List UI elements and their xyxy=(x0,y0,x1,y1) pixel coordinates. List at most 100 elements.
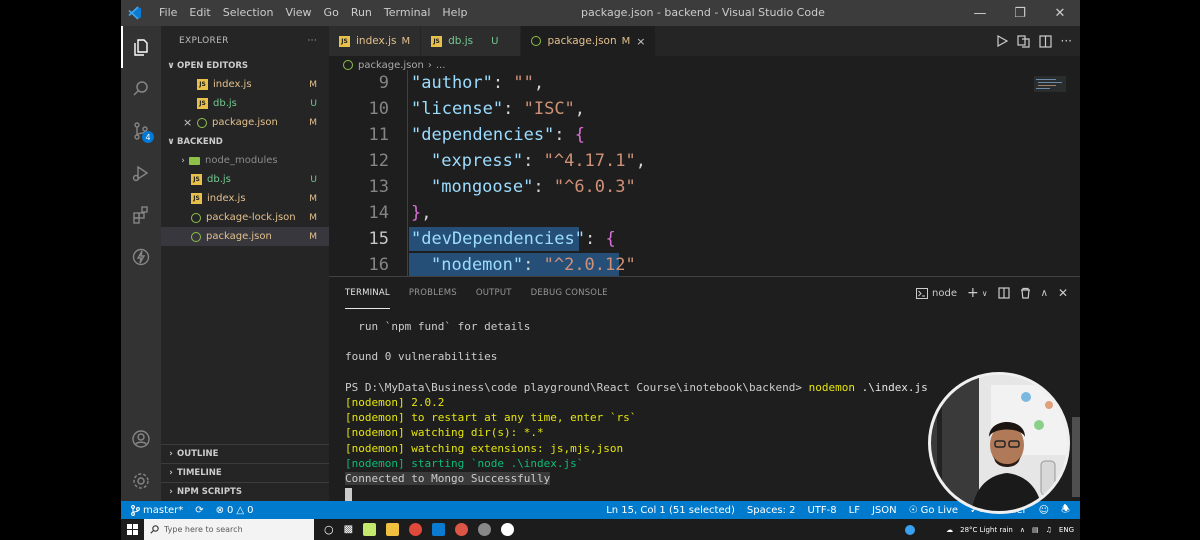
code-line-current: 15 "devDependencies": { xyxy=(329,226,1080,252)
encoding[interactable]: UTF-8 xyxy=(801,505,842,516)
branch-status[interactable]: master* xyxy=(121,505,189,516)
file-item[interactable]: JS index.js M xyxy=(161,189,329,208)
sync-status[interactable]: ⟳ xyxy=(189,505,209,516)
end-of-line[interactable]: LF xyxy=(843,505,866,516)
more-actions-icon[interactable]: ··· xyxy=(308,36,317,46)
obs-icon[interactable] xyxy=(501,523,515,536)
taskbar-search-box[interactable]: Type here to search xyxy=(144,519,314,540)
tab-terminal[interactable]: TERMINAL xyxy=(345,277,390,309)
file-explorer-icon[interactable] xyxy=(386,523,400,536)
menu-view[interactable]: View xyxy=(279,0,317,26)
new-terminal-icon[interactable]: + xyxy=(967,285,979,301)
terminal-scrollbar[interactable] xyxy=(1072,417,1080,497)
open-editor-item[interactable]: JS db.js U xyxy=(161,94,329,113)
close-icon[interactable]: × xyxy=(183,116,197,129)
js-file-icon: JS xyxy=(339,35,350,47)
menu-go[interactable]: Go xyxy=(318,0,345,26)
json-key: "mongoose" xyxy=(431,177,534,197)
search-icon[interactable] xyxy=(121,68,161,110)
menu-selection[interactable]: Selection xyxy=(217,0,280,26)
chrome-icon[interactable] xyxy=(409,523,423,536)
git-status: M xyxy=(309,212,317,223)
tab-db-js[interactable]: JS db.js U xyxy=(421,26,522,56)
thunder-icon[interactable] xyxy=(121,236,161,278)
network-icon[interactable]: ▤ xyxy=(1032,526,1039,534)
tab-debug-console[interactable]: DEBUG CONSOLE xyxy=(531,277,608,309)
app-tray-icon[interactable] xyxy=(905,524,916,535)
weather-icon[interactable]: ☁ xyxy=(946,526,953,534)
split-terminal-icon[interactable] xyxy=(998,287,1010,299)
tab-problems[interactable]: PROBLEMS xyxy=(409,277,457,309)
cortana-icon[interactable]: ○ xyxy=(324,523,334,536)
menu-file[interactable]: File xyxy=(153,0,183,26)
maximize-panel-icon[interactable]: ∧ xyxy=(1041,288,1048,299)
weather-text[interactable]: 28°C Light rain xyxy=(960,526,1013,534)
menu-terminal[interactable]: Terminal xyxy=(378,0,437,26)
extensions-icon[interactable] xyxy=(121,194,161,236)
vscode-taskbar-icon[interactable] xyxy=(432,523,446,536)
source-control-icon[interactable]: 4 xyxy=(121,110,161,152)
volume-icon[interactable]: ♫ xyxy=(1046,526,1052,534)
close-icon[interactable]: ✕ xyxy=(1040,0,1080,26)
folder-section[interactable]: ∨ BACKEND xyxy=(161,132,329,151)
chevron-up-icon[interactable]: ∧ xyxy=(1020,526,1025,534)
more-actions-icon[interactable]: ··· xyxy=(1061,34,1072,48)
terminal-output[interactable]: run `npm fund` for details found 0 vulne… xyxy=(345,319,928,501)
app-icon[interactable] xyxy=(478,523,492,536)
code-editor[interactable]: 9 "author": "", 10 "license": "ISC", 11 … xyxy=(329,70,1080,276)
menu-run[interactable]: Run xyxy=(345,0,378,26)
tab-output[interactable]: OUTPUT xyxy=(476,277,512,309)
tab-index-js[interactable]: JS index.js M xyxy=(329,26,422,56)
open-editor-item[interactable]: JS index.js M xyxy=(161,75,329,94)
explorer-icon[interactable] xyxy=(121,26,161,68)
task-view-icon[interactable]: ▩ xyxy=(344,524,353,535)
line-number: 11 xyxy=(368,125,389,145)
language-indicator[interactable]: ENG xyxy=(1059,526,1074,534)
npm-scripts-section[interactable]: › NPM SCRIPTS xyxy=(161,482,329,501)
menu-help[interactable]: Help xyxy=(436,0,473,26)
json-file-icon xyxy=(197,117,207,128)
minimize-icon[interactable]: — xyxy=(960,0,1000,26)
file-item[interactable]: package-lock.json M xyxy=(161,208,329,227)
code-line: 9 "author": "", xyxy=(329,70,1080,96)
run-icon[interactable] xyxy=(996,35,1008,47)
open-editors-section[interactable]: ∨ OPEN EDITORS xyxy=(161,56,329,75)
settings-gear-icon[interactable] xyxy=(121,460,161,502)
timeline-section[interactable]: › TIMELINE xyxy=(161,463,329,482)
problems-status[interactable]: ⊗ 0 △ 0 xyxy=(210,505,260,516)
breadcrumb-more[interactable]: ... xyxy=(436,60,446,71)
tab-close-icon[interactable]: × xyxy=(636,35,645,48)
terminal-output-text: Connected to Mongo Successfully xyxy=(345,472,551,486)
split-editor-icon[interactable] xyxy=(1038,34,1052,48)
windows-taskbar: Type here to search ○ ▩ ☁ 28°C Light rai… xyxy=(121,519,1080,540)
feedback-icon[interactable]: ☺ xyxy=(1033,505,1055,516)
windows-start-icon[interactable] xyxy=(127,524,138,535)
folder-item[interactable]: › node_modules xyxy=(161,151,329,170)
explorer-sidebar: EXPLORER ··· ∨ OPEN EDITORS JS index.js … xyxy=(161,26,329,501)
indentation[interactable]: Spaces: 2 xyxy=(741,505,802,516)
breadcrumb-file[interactable]: package.json xyxy=(358,60,424,71)
run-debug-icon[interactable] xyxy=(121,152,161,194)
notepad-icon[interactable] xyxy=(363,523,377,536)
brace: { xyxy=(605,229,616,249)
outline-section[interactable]: › OUTLINE xyxy=(161,444,329,463)
restore-icon[interactable]: ❐ xyxy=(1000,0,1040,26)
compare-changes-icon[interactable] xyxy=(1016,34,1030,48)
chevron-down-icon[interactable]: ∨ xyxy=(982,289,988,298)
cursor-position[interactable]: Ln 15, Col 1 (51 selected) xyxy=(600,505,741,516)
menu-edit[interactable]: Edit xyxy=(183,0,216,26)
close-panel-icon[interactable]: ✕ xyxy=(1058,286,1068,300)
tab-package-json[interactable]: package.json M × xyxy=(521,26,657,56)
chrome-profile-icon[interactable] xyxy=(455,523,469,536)
language-mode[interactable]: JSON xyxy=(866,505,903,516)
minimap[interactable] xyxy=(1034,76,1066,92)
accounts-icon[interactable] xyxy=(121,418,161,460)
notifications-bell-icon[interactable]: 🕭 xyxy=(1055,502,1076,519)
punct: , xyxy=(533,73,545,93)
file-item-selected[interactable]: package.json M xyxy=(161,227,329,246)
open-editor-item-active[interactable]: × package.json M xyxy=(161,113,329,132)
terminal-shell-select[interactable]: node xyxy=(916,287,957,299)
go-live-button[interactable]: ☉ Go Live xyxy=(903,505,964,516)
trash-icon[interactable] xyxy=(1020,287,1031,299)
file-item[interactable]: JS db.js U xyxy=(161,170,329,189)
